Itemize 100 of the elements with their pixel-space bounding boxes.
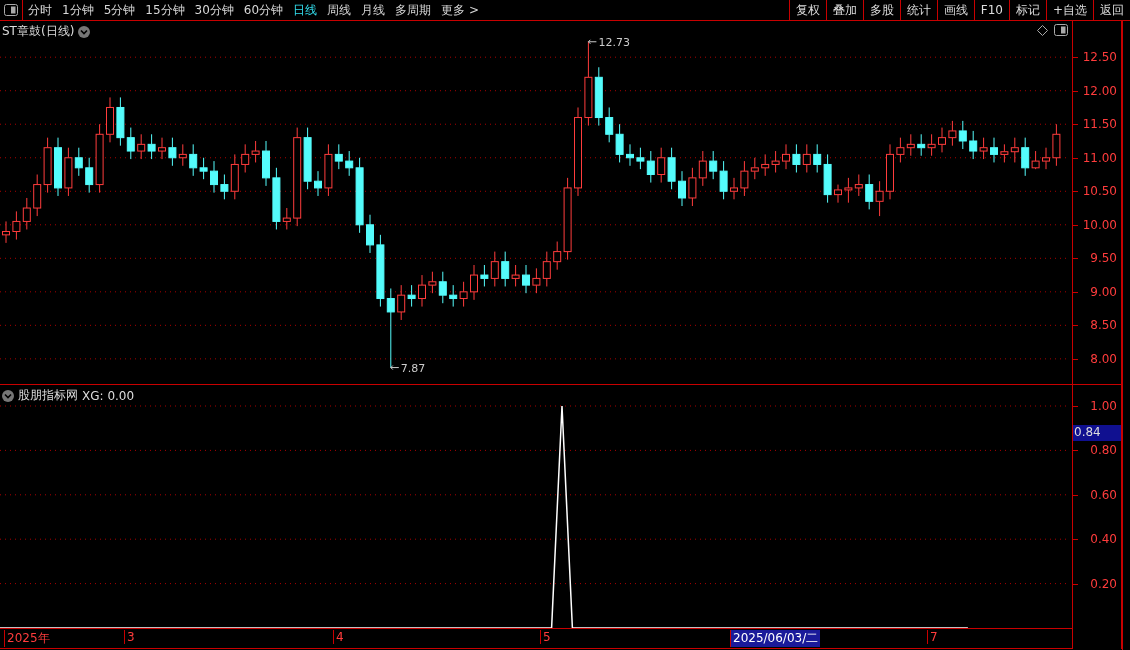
price-tick-label: 11.00 [1082,150,1117,165]
falling-candle [449,284,458,308]
rising-candle [241,143,250,173]
rising-candle [1031,150,1040,170]
value-tick-label: 0.60 [1090,487,1117,502]
period-tab[interactable]: 多周期 [390,0,437,20]
period-tab[interactable]: 5分钟 [98,0,141,20]
period-tab[interactable]: 30分钟 [189,0,239,20]
falling-candle [709,150,718,180]
rising-candle [948,120,957,147]
rising-candle [511,264,520,287]
rising-candle [542,251,551,287]
low-price-label: 7.87 [400,361,426,375]
rising-candle [428,271,437,294]
price-tick-label: 12.50 [1082,50,1117,65]
rising-candle [418,274,426,308]
value-tick-label: 0.40 [1090,532,1117,547]
period-tab[interactable]: 周线 [322,0,357,20]
falling-candle [501,251,510,287]
rising-candle [854,174,863,197]
date-label: 4 [333,630,346,644]
rising-candle [730,177,738,200]
falling-candle [719,160,728,200]
rising-candle [158,137,166,160]
falling-candle [54,137,62,197]
rising-candle [137,133,146,160]
rising-candle [1042,147,1050,170]
falling-candle [272,167,281,230]
period-tab[interactable]: 1分钟 [57,0,99,20]
falling-candle [865,174,874,210]
rising-candle [33,174,42,217]
falling-candle [917,133,926,157]
falling-candle [958,120,967,150]
period-tab[interactable]: 60分钟 [238,0,289,20]
rising-candle [698,150,707,187]
falling-candle [210,160,218,194]
rising-candle [470,264,478,301]
price-tick-label: 11.50 [1082,117,1117,132]
leader-line [390,365,400,371]
rising-candle [22,197,31,230]
date-label: 7 [927,630,940,644]
rising-candle [802,143,811,173]
price-tick-label: 9.50 [1090,251,1117,266]
period-tab[interactable]: 月线 [356,0,391,20]
rising-candle [1010,137,1019,163]
rising-candle [1052,123,1061,167]
falling-candle [334,143,343,170]
period-tab[interactable]: 15分钟 [140,0,190,20]
rising-candle [1000,143,1009,163]
chart-title: ST章鼓(日线) [2,23,75,40]
date-label: 2025/06/03/二 [730,630,821,647]
rising-candle [106,96,114,143]
price-tick-label: 10.00 [1082,217,1117,232]
rising-candle [782,143,790,170]
rising-candle [688,167,697,207]
date-label: 5 [540,630,553,644]
falling-candle [147,133,156,160]
rising-candle [282,207,291,230]
rising-candle [95,123,104,194]
period-tab[interactable]: 日线 [288,0,323,20]
chevron-down-icon[interactable] [2,389,14,402]
rising-candle [251,140,260,163]
rising-candle [896,137,905,163]
price-tick-label: 12.00 [1082,83,1117,98]
rising-candle [844,177,853,204]
falling-candle [366,214,374,254]
rising-candle [178,143,187,167]
period-tab[interactable]: 更多 > [436,0,484,20]
chevron-down-icon[interactable] [78,25,91,38]
falling-candle [605,107,614,143]
cursor-value-label: 0.84 [1073,425,1121,441]
value-tick-label: 1.00 [1090,399,1117,413]
falling-candle [314,170,322,197]
rising-candle [979,137,988,160]
falling-candle [262,140,270,187]
price-tick-label: 8.00 [1090,351,1117,366]
rising-candle [906,133,915,157]
rising-candle [886,143,894,200]
panel-toggle-icon[interactable] [1054,24,1068,36]
falling-candle [969,130,978,160]
falling-candle [626,143,634,167]
rising-candle [834,184,842,204]
leader-line [587,39,597,45]
rising-candle [490,251,499,287]
rising-candle [64,147,73,197]
panel-toggle-icon[interactable] [4,4,18,16]
rising-candle [532,267,541,294]
falling-candle [594,66,603,127]
falling-candle [990,137,998,163]
rising-candle [771,150,780,173]
falling-candle [1021,137,1030,177]
rising-candle [324,143,333,197]
falling-candle [522,264,530,294]
rising-candle [459,281,468,308]
date-label: 2025年 [4,630,52,647]
diamond-icon[interactable] [1037,24,1048,36]
price-tick-label: 10.50 [1082,184,1117,199]
falling-candle [407,284,416,308]
falling-candle [168,137,177,167]
period-tab[interactable]: 分时 [23,0,57,20]
